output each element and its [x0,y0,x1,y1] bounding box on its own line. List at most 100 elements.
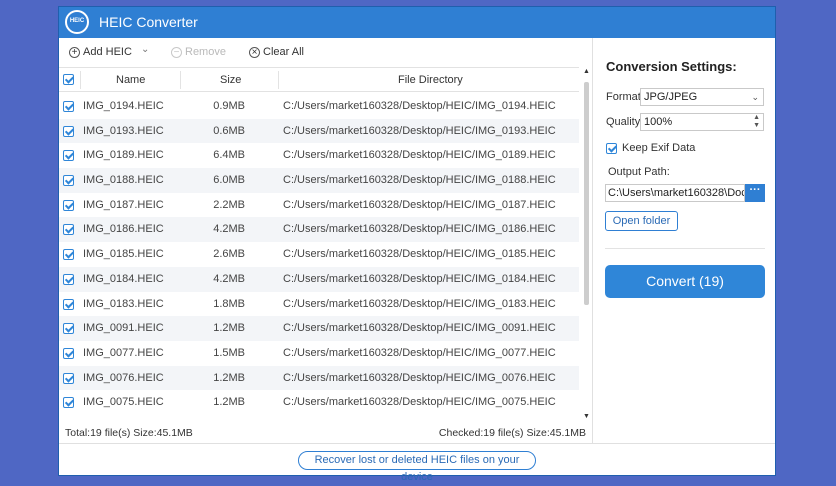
file-table: Name Size File Directory IMG_0194.HEIC 0.… [59,67,592,423]
file-size: 1.8MB [213,297,245,310]
file-directory: C:/Users/market160328/Desktop/HEIC/IMG_0… [283,223,556,236]
file-size: 1.2MB [213,371,245,384]
file-size: 1.2MB [213,396,245,409]
minus-icon: − [171,46,182,58]
column-divider [180,71,181,89]
format-select[interactable]: JPG/JPEG ⌄ [640,88,764,106]
file-name: IMG_0186.HEIC [83,223,164,236]
status-bar: Total:19 file(s) Size:45.1MB Checked:19 … [59,425,592,443]
output-path-field[interactable]: C:\Users\market160328\Documents [605,184,745,202]
table-row[interactable]: IMG_0188.HEIC 6.0MB C:/Users/market160328/… [59,168,579,193]
table-row[interactable]: IMG_0183.HEIC 1.8MB C:/Users/market160328/… [59,292,579,317]
row-checkbox[interactable] [63,249,74,261]
table-row[interactable]: IMG_0076.HEIC 1.2MB C:/Users/market160328/… [59,365,579,391]
table-row[interactable]: IMG_0189.HEIC 6.4MB C:/Users/market160328/… [59,143,579,168]
table-row[interactable]: IMG_0091.HEIC 1.2MB C:/Users/market160328/… [59,316,579,341]
row-checkbox[interactable] [63,397,74,409]
format-value: JPG/JPEG [644,91,698,103]
vertical-scrollbar[interactable]: ▲ ▼ [581,67,592,423]
table-row[interactable]: IMG_0185.HEIC 2.6MB C:/Users/market160328/… [59,242,579,267]
add-heic-button[interactable]: + Add HEIC [69,44,132,60]
plus-icon: + [69,46,80,58]
format-label: Format: [606,91,644,103]
file-name: IMG_0076.HEIC [83,371,164,384]
table-row[interactable]: IMG_0186.HEIC 4.2MB C:/Users/market160328/… [59,217,579,243]
checked-status: Checked:19 file(s) Size:45.1MB [438,427,586,439]
remove-label: Remove [185,46,226,58]
file-name: IMG_0187.HEIC [83,198,164,211]
open-folder-button[interactable]: Open folder [605,211,678,231]
file-size: 2.2MB [213,198,245,211]
window-title: HEIC Converter [99,14,198,30]
file-size: 1.5MB [213,346,245,359]
clear-all-label: Clear All [263,46,304,58]
chevron-down-icon: ⌄ [751,92,759,102]
file-name: IMG_0188.HEIC [83,174,164,187]
column-header-name[interactable]: Name [116,74,145,86]
file-name: IMG_0184.HEIC [83,272,164,285]
column-header-size[interactable]: Size [220,74,241,86]
row-checkbox[interactable] [63,101,74,112]
select-all-checkbox[interactable] [63,74,74,85]
file-size: 0.9MB [213,100,245,112]
row-checkbox[interactable] [63,323,74,335]
file-directory: C:/Users/market160328/Desktop/HEIC/IMG_0… [283,371,556,384]
keep-exif-checkbox[interactable] [606,143,617,154]
settings-panel: Conversion Settings: Format: JPG/JPEG ⌄ … [593,38,775,443]
file-size: 6.0MB [213,174,245,187]
toolbar: + Add HEIC ⌄ − Remove × Clear All [59,38,592,66]
file-size: 6.4MB [213,149,245,162]
table-row[interactable]: IMG_0193.HEIC 0.6MB C:/Users/market160328/… [59,118,579,144]
file-size: 4.2MB [213,223,245,236]
panel-separator [605,248,765,249]
quality-spinner[interactable]: 100% ▲ ▼ [640,113,764,131]
file-directory: C:/Users/market160328/Desktop/HEIC/IMG_0… [283,248,556,261]
scroll-thumb[interactable] [584,82,589,305]
convert-button[interactable]: Convert (19) [605,265,765,298]
column-divider [278,71,279,89]
scroll-up-icon[interactable]: ▲ [583,68,590,75]
file-directory: C:/Users/market160328/Desktop/HEIC/IMG_0… [283,396,556,409]
file-name: IMG_0189.HEIC [83,149,164,162]
file-name: IMG_0075.HEIC [83,396,164,409]
file-directory: C:/Users/market160328/Desktop/HEIC/IMG_0… [283,322,556,335]
file-directory: C:/Users/market160328/Desktop/HEIC/IMG_0… [283,100,556,112]
file-name: IMG_0193.HEIC [83,124,164,137]
file-directory: C:/Users/market160328/Desktop/HEIC/IMG_0… [283,297,556,310]
row-checkbox[interactable] [63,224,74,236]
table-body: IMG_0194.HEIC 0.9MB C:/Users/market160328/… [59,94,579,415]
add-dropdown-chevron-icon[interactable]: ⌄ [141,44,149,55]
row-checkbox[interactable] [63,273,74,285]
recover-files-link[interactable]: Recover lost or deleted HEIC files on yo… [298,451,536,483]
row-checkbox[interactable] [63,199,74,211]
row-checkbox[interactable] [63,372,74,384]
file-name: IMG_0194.HEIC [83,100,164,112]
spinner-arrows-icon[interactable]: ▲ ▼ [753,114,760,130]
file-size: 1.2MB [213,322,245,335]
table-row[interactable]: IMG_0194.HEIC 0.9MB C:/Users/market160328/… [59,94,579,119]
clear-x-icon: × [249,46,260,58]
browse-button[interactable]: ··· [745,184,765,202]
table-header: Name Size File Directory [59,67,579,92]
table-row[interactable]: IMG_0075.HEIC 1.2MB C:/Users/market160328/… [59,390,579,415]
row-checkbox[interactable] [63,347,74,359]
row-checkbox[interactable] [63,298,74,310]
row-checkbox[interactable] [63,175,74,187]
row-checkbox[interactable] [63,125,74,137]
remove-button[interactable]: − Remove [171,44,226,60]
table-row[interactable]: IMG_0187.HEIC 2.2MB C:/Users/market160328/… [59,193,579,218]
column-divider [80,71,81,89]
table-row[interactable]: IMG_0184.HEIC 4.2MB C:/Users/market160328/… [59,266,579,292]
footer-separator [59,443,775,444]
title-bar: HEIC HEIC Converter [59,7,775,38]
add-heic-label: Add HEIC [83,46,132,58]
file-directory: C:/Users/market160328/Desktop/HEIC/IMG_0… [283,272,556,285]
column-header-directory[interactable]: File Directory [398,74,463,86]
scroll-down-icon[interactable]: ▼ [583,413,590,420]
file-directory: C:/Users/market160328/Desktop/HEIC/IMG_0… [283,198,556,211]
row-checkbox[interactable] [63,150,74,162]
table-row[interactable]: IMG_0077.HEIC 1.5MB C:/Users/market160328/… [59,341,579,366]
file-size: 4.2MB [213,272,245,285]
clear-all-button[interactable]: × Clear All [249,44,304,60]
file-directory: C:/Users/market160328/Desktop/HEIC/IMG_0… [283,149,556,162]
